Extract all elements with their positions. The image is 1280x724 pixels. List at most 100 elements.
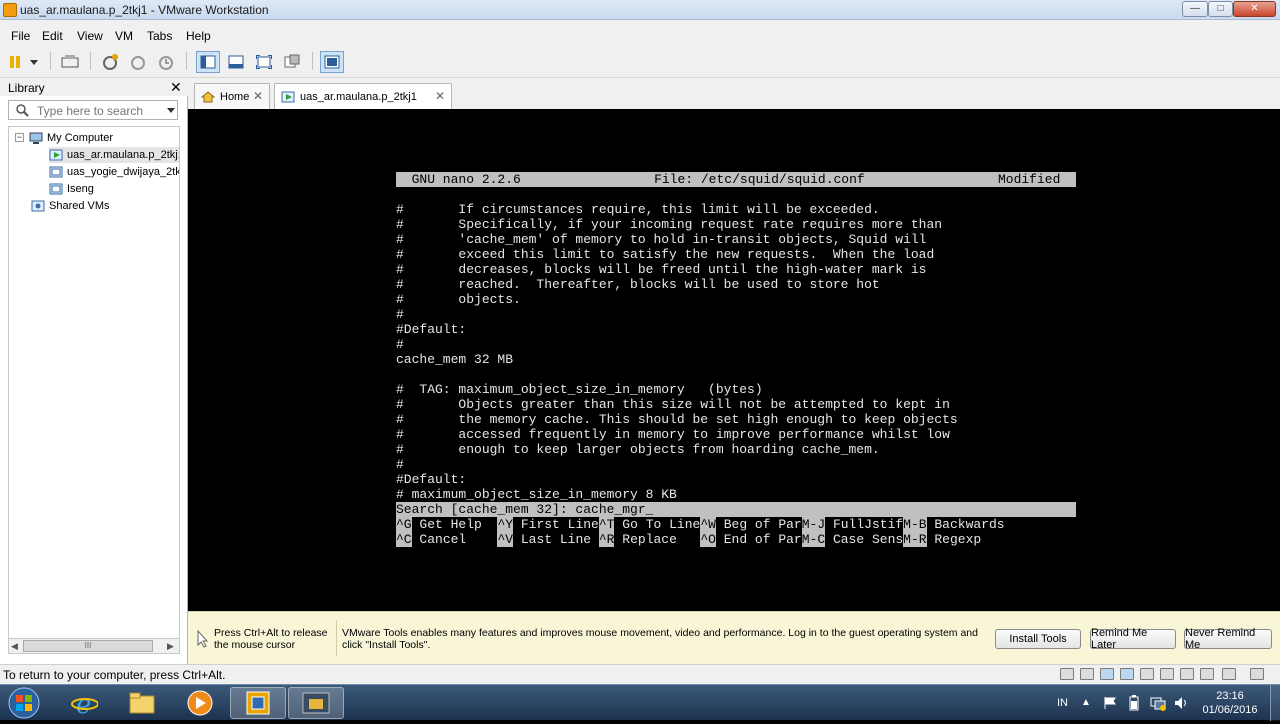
- shortcut-key: M-J: [801, 517, 826, 532]
- cd-dvd-icon[interactable]: [1080, 668, 1094, 680]
- clock[interactable]: 23:16 01/06/2016: [1198, 689, 1262, 717]
- message-log-icon[interactable]: [1222, 668, 1236, 680]
- tab-close-icon[interactable]: ✕: [435, 89, 445, 103]
- shortcut-key: ^T: [598, 517, 615, 532]
- unity-icon[interactable]: [282, 52, 302, 72]
- minimize-button[interactable]: —: [1182, 1, 1208, 17]
- scroll-left-icon[interactable]: ◀: [11, 641, 18, 652]
- taskbar-media-player[interactable]: [172, 687, 228, 719]
- console-view-icon[interactable]: [320, 51, 344, 73]
- close-button[interactable]: ✕: [1233, 1, 1276, 17]
- editor-line: # Specifically, if your incoming request…: [396, 217, 943, 232]
- search-prompt[interactable]: Search [cache_mem 32]: cache_mgr_: [396, 502, 1076, 517]
- shortcut-label: Go To Line: [614, 517, 701, 532]
- vm-running-icon: [49, 149, 63, 161]
- remind-me-later-button[interactable]: Remind Me Later: [1090, 627, 1176, 651]
- tab-home[interactable]: Home ✕: [194, 83, 270, 109]
- editor-line: # decreases, blocks will be freed until …: [396, 262, 927, 277]
- show-library-icon[interactable]: [196, 51, 220, 73]
- menu-tabs[interactable]: Tabs: [147, 29, 172, 43]
- editor-line: # 'cache_mem' of memory to hold in-trans…: [396, 232, 927, 247]
- library-search-input[interactable]: [37, 103, 167, 118]
- library-close-button[interactable]: ✕: [170, 79, 182, 96]
- library-header: Library ✕: [0, 78, 188, 96]
- menu-view[interactable]: View: [77, 29, 103, 43]
- never-remind-me-button[interactable]: Never Remind Me: [1184, 627, 1272, 651]
- scroll-right-icon[interactable]: ▶: [167, 641, 174, 652]
- tree-collapse-toggle[interactable]: −: [15, 133, 24, 142]
- menu-help[interactable]: Help: [186, 29, 211, 43]
- full-screen-icon[interactable]: [254, 52, 274, 72]
- network-adapter-2-icon[interactable]: [1120, 668, 1134, 680]
- tab-label: Home: [220, 90, 250, 103]
- shortcut-label: FullJstif: [825, 517, 904, 532]
- taskbar-vmware-workstation[interactable]: [230, 687, 286, 719]
- tab-strip: Home ✕ uas_ar.maulana.p_2tkj1 ✕: [188, 78, 1280, 110]
- vm-icon: [49, 183, 63, 195]
- editor-line: # accessed frequently in memory to impro…: [396, 427, 950, 442]
- shortcut-label: Last Line: [513, 532, 599, 547]
- menu-file[interactable]: File: [11, 29, 30, 43]
- taskbar-internet-explorer[interactable]: e: [56, 687, 112, 719]
- tree-item-vm-iseng[interactable]: Iseng: [49, 181, 94, 197]
- volume-icon[interactable]: [1173, 695, 1189, 711]
- sound-card-icon[interactable]: [1180, 668, 1194, 680]
- scroll-thumb[interactable]: III: [23, 640, 153, 652]
- network-icon[interactable]: [1150, 695, 1166, 711]
- tree-item-vm-maulana[interactable]: uas_ar.maulana.p_2tkj1: [49, 147, 179, 163]
- menu-vm[interactable]: VM: [115, 29, 133, 43]
- shared-vms-icon: [31, 200, 45, 212]
- hard-disk-icon[interactable]: [1060, 668, 1074, 680]
- show-thumbnail-bar-icon[interactable]: [226, 52, 246, 72]
- show-hidden-icons-icon[interactable]: ▲: [1081, 697, 1091, 708]
- taskbar-file-explorer[interactable]: [114, 687, 170, 719]
- search-dropdown-icon[interactable]: [167, 108, 175, 113]
- editor-line: # maximum_object_size_in_memory 8 KB: [396, 487, 677, 502]
- editor-line: #: [396, 337, 404, 352]
- vm-console[interactable]: GNU nano 2.2.6 File: /etc/squid/squid.co…: [188, 109, 1280, 611]
- editor-line: # TAG: maximum_object_size_in_memory (by…: [396, 382, 763, 397]
- tab-close-icon[interactable]: ✕: [253, 89, 263, 103]
- action-center-flag-icon[interactable]: [1103, 696, 1117, 710]
- battery-icon[interactable]: [1127, 695, 1141, 711]
- tree-item-vm-yogie[interactable]: uas_yogie_dwijaya_2tkj1: [49, 164, 179, 180]
- show-status-icon[interactable]: [1250, 668, 1264, 680]
- network-adapter-icon[interactable]: [1100, 668, 1114, 680]
- revert-snapshot-icon[interactable]: [128, 52, 148, 72]
- tree-item-label: My Computer: [47, 132, 114, 144]
- virtualbox-icon: [302, 692, 330, 714]
- shortcut-key: ^C: [396, 532, 412, 547]
- tree-item-label: Shared VMs: [49, 200, 110, 212]
- tab-vm-maulana[interactable]: uas_ar.maulana.p_2tkj1 ✕: [274, 83, 452, 110]
- vmware-tools-notification: Press Ctrl+Alt to release the mouse curs…: [188, 611, 1280, 664]
- usb-icon[interactable]: [1160, 668, 1174, 680]
- snapshot-manager-icon[interactable]: [156, 52, 176, 72]
- svg-text:e: e: [76, 690, 91, 717]
- display-icon[interactable]: [1200, 668, 1214, 680]
- shortcut-label: Beg of Par: [715, 517, 802, 532]
- tree-item-my-computer[interactable]: My Computer: [29, 130, 113, 146]
- taskbar-virtualbox[interactable]: [288, 687, 344, 719]
- nano-editor[interactable]: GNU nano 2.2.6 File: /etc/squid/squid.co…: [396, 172, 1076, 547]
- vm-icon: [49, 166, 63, 178]
- media-player-icon: [187, 690, 213, 716]
- snapshot-icon[interactable]: [100, 52, 120, 72]
- printer-icon[interactable]: [1140, 668, 1154, 680]
- language-indicator[interactable]: IN: [1057, 695, 1068, 709]
- editor-line: cache_mem 32 MB: [396, 352, 514, 367]
- editor-line: # Objects greater than this size will no…: [396, 397, 950, 412]
- home-icon: [201, 90, 215, 102]
- menu-edit[interactable]: Edit: [42, 29, 63, 43]
- editor-line: #: [396, 307, 404, 322]
- library-horizontal-scrollbar[interactable]: ◀ III ▶: [8, 638, 180, 654]
- tree-item-shared-vms[interactable]: Shared VMs: [31, 198, 110, 214]
- shortcut-label: Backwards: [926, 517, 1005, 532]
- shortcut-key: ^R: [598, 532, 615, 547]
- maximize-button[interactable]: □: [1208, 1, 1233, 17]
- power-pause-icon[interactable]: [6, 52, 40, 72]
- shortcut-key: M-B: [903, 517, 927, 532]
- send-ctrl-alt-del-icon[interactable]: [60, 52, 80, 72]
- install-tools-button[interactable]: Install Tools: [995, 629, 1081, 649]
- start-button[interactable]: [4, 685, 44, 721]
- show-desktop-button[interactable]: [1270, 685, 1280, 721]
